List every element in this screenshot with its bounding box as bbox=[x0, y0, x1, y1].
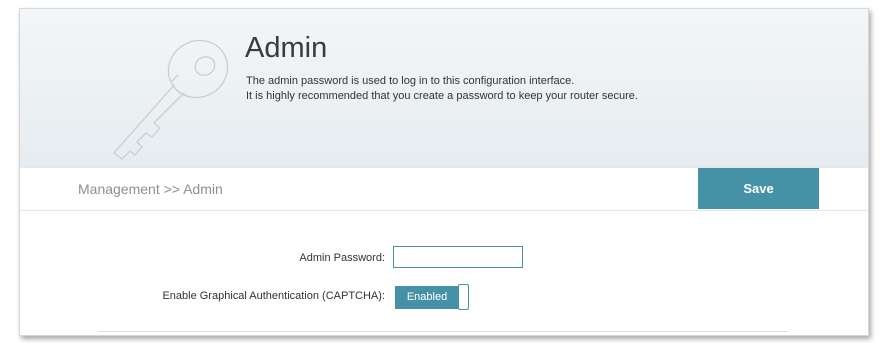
breadcrumb: Management >> Admin bbox=[78, 181, 223, 197]
admin-password-label: Admin Password: bbox=[299, 252, 385, 264]
page-title: Admin bbox=[245, 32, 328, 64]
section-divider bbox=[98, 331, 788, 332]
captcha-label: Enable Graphical Authentication (CAPTCHA… bbox=[162, 290, 385, 302]
admin-password-row: Admin Password: bbox=[20, 246, 868, 273]
page-header: Admin The admin password is used to log … bbox=[20, 9, 868, 167]
admin-password-input[interactable] bbox=[393, 246, 523, 268]
captcha-toggle[interactable]: Enabled bbox=[395, 284, 472, 311]
key-icon bbox=[113, 39, 229, 160]
breadcrumb-bar: Management >> Admin Save bbox=[20, 167, 868, 211]
captcha-toggle-state: Enabled bbox=[395, 286, 459, 309]
captcha-row: Enable Graphical Authentication (CAPTCHA… bbox=[20, 284, 868, 311]
admin-settings-window: Admin The admin password is used to log … bbox=[19, 8, 869, 336]
captcha-toggle-knob[interactable] bbox=[458, 284, 469, 310]
save-button[interactable]: Save bbox=[698, 168, 819, 209]
description-line-1: The admin password is used to log in to … bbox=[246, 75, 575, 87]
description-line-2: It is highly recommended that you create… bbox=[246, 90, 638, 102]
page-description: The admin password is used to log in to … bbox=[246, 74, 638, 104]
